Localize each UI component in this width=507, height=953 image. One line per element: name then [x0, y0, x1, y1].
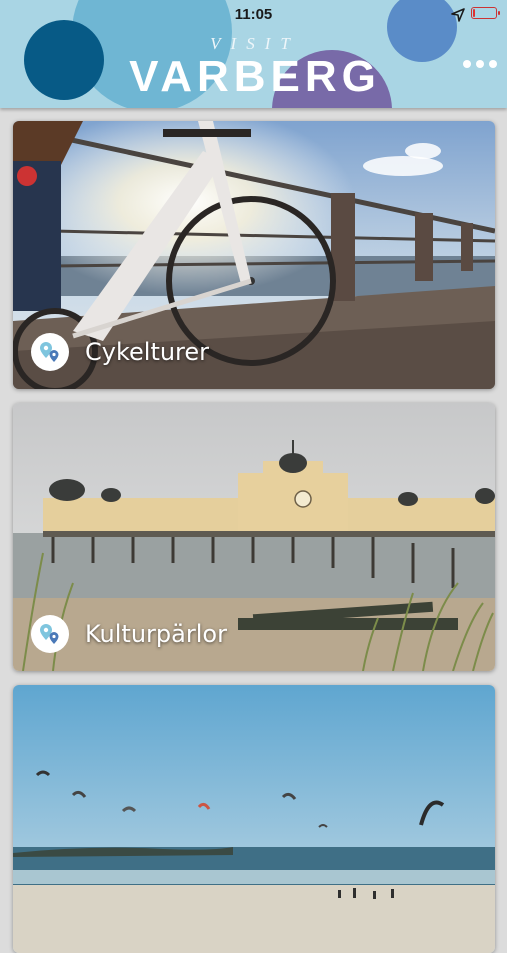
logo-varberg-text: VARBERG [129, 52, 381, 101]
dot-icon [489, 60, 497, 68]
category-card-beach[interactable] [13, 685, 495, 953]
category-card-kulturparlor[interactable]: Kulturpärlor [13, 403, 495, 671]
status-bar-time: 11:05 [234, 6, 273, 23]
dot-icon [476, 60, 484, 68]
category-card-cykelturer[interactable]: Cykelturer [13, 121, 495, 389]
card-label: Cykelturer [31, 333, 209, 371]
map-pin-icon [31, 333, 69, 371]
card-title: Cykelturer [85, 338, 210, 366]
card-photo-kitesurfing [13, 685, 495, 953]
card-title: Kulturpärlor [85, 620, 227, 648]
battery-icon [471, 7, 500, 19]
card-label: Kulturpärlor [31, 615, 227, 653]
more-menu-button[interactable] [463, 60, 499, 74]
dot-icon [463, 60, 471, 68]
decorative-circle [24, 20, 104, 100]
logo-visit-text: VISIT [210, 34, 300, 53]
app-header: 11:05 VISIT VARBERG [0, 0, 507, 108]
battery-level [473, 9, 475, 17]
map-pin-icon [31, 615, 69, 653]
location-arrow-icon [451, 8, 465, 22]
